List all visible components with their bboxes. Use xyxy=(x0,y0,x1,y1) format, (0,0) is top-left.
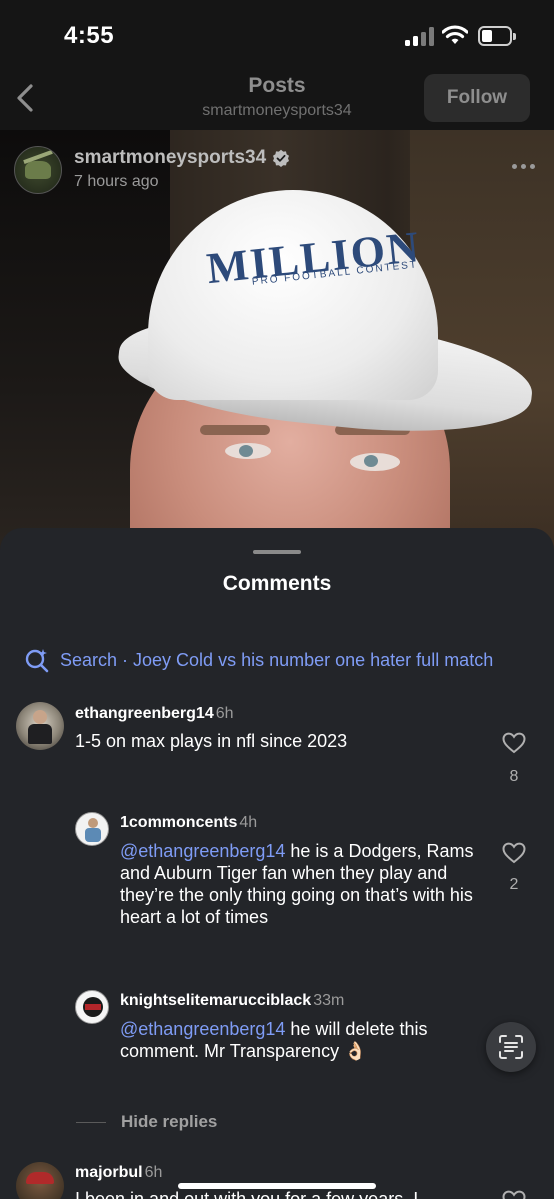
like-button[interactable] xyxy=(500,840,528,866)
like-button[interactable] xyxy=(500,730,528,756)
related-search-text[interactable]: Search · Joey Cold vs his number one hat… xyxy=(60,650,493,671)
reply-author[interactable]: 1commoncents 4h xyxy=(120,814,257,832)
reply-text: @ethangreenberg14 he is a Dodgers, Rams … xyxy=(120,841,474,927)
comment-text: 1-5 on max plays in nfl since 2023 xyxy=(75,731,348,751)
post-author[interactable]: smartmoneysports34 xyxy=(74,147,290,169)
heart-icon xyxy=(502,732,526,754)
post-timestamp: 7 hours ago xyxy=(74,173,159,190)
like-count: 8 xyxy=(509,768,519,785)
comment-author[interactable]: majorbul 6h xyxy=(75,1164,162,1182)
like-button[interactable] xyxy=(500,1188,528,1199)
scan-text-icon xyxy=(499,1035,523,1059)
battery-icon xyxy=(478,26,516,46)
reply-text: @ethangreenberg14 he will delete this co… xyxy=(120,1019,428,1061)
divider xyxy=(76,1122,106,1123)
commenter-avatar[interactable] xyxy=(16,1162,64,1199)
mention-link[interactable]: @ethangreenberg14 xyxy=(120,1019,285,1039)
follow-button[interactable]: Follow xyxy=(424,74,530,122)
mention-link[interactable]: @ethangreenberg14 xyxy=(120,841,285,861)
home-indicator[interactable] xyxy=(178,1183,376,1189)
comment-age: 6h xyxy=(144,1164,163,1181)
comment-text: I been in and out with you for a few yea… xyxy=(75,1189,419,1199)
commenter-avatar[interactable] xyxy=(16,702,64,750)
cellular-signal-icon xyxy=(405,26,435,46)
comments-title: Comments xyxy=(222,572,332,595)
status-time: 4:55 xyxy=(64,22,115,49)
more-dots-icon xyxy=(511,163,517,169)
like-count: 2 xyxy=(509,876,519,893)
verified-badge-icon xyxy=(273,149,290,167)
comment-author[interactable]: ethangreenberg14 6h xyxy=(75,705,234,723)
reply-avatar[interactable] xyxy=(75,812,109,846)
more-options-button[interactable] xyxy=(508,156,538,176)
hide-replies-button[interactable]: Hide replies xyxy=(121,1112,217,1132)
post-author-avatar[interactable] xyxy=(14,146,62,194)
comments-sheet: Comments Search · Joey Cold vs his numbe… xyxy=(0,528,554,1199)
reply-age: 33m xyxy=(313,992,345,1009)
reply-avatar[interactable] xyxy=(75,990,109,1024)
sheet-drag-handle[interactable] xyxy=(253,550,301,554)
reply-author[interactable]: knightselitemarucciblack 33m xyxy=(120,992,344,1010)
search-sparkle-icon xyxy=(25,649,49,673)
heart-icon xyxy=(502,1190,526,1199)
post-author-username[interactable]: smartmoneysports34 xyxy=(74,147,266,169)
scan-text-button[interactable] xyxy=(486,1022,536,1072)
related-search-link[interactable]: Search · Joey Cold vs his number one hat… xyxy=(24,646,554,674)
comment-age: 6h xyxy=(215,705,234,722)
reply-age: 4h xyxy=(239,814,258,831)
heart-icon xyxy=(502,842,526,864)
wifi-icon xyxy=(441,24,469,46)
status-bar: 4:55 xyxy=(0,0,554,70)
